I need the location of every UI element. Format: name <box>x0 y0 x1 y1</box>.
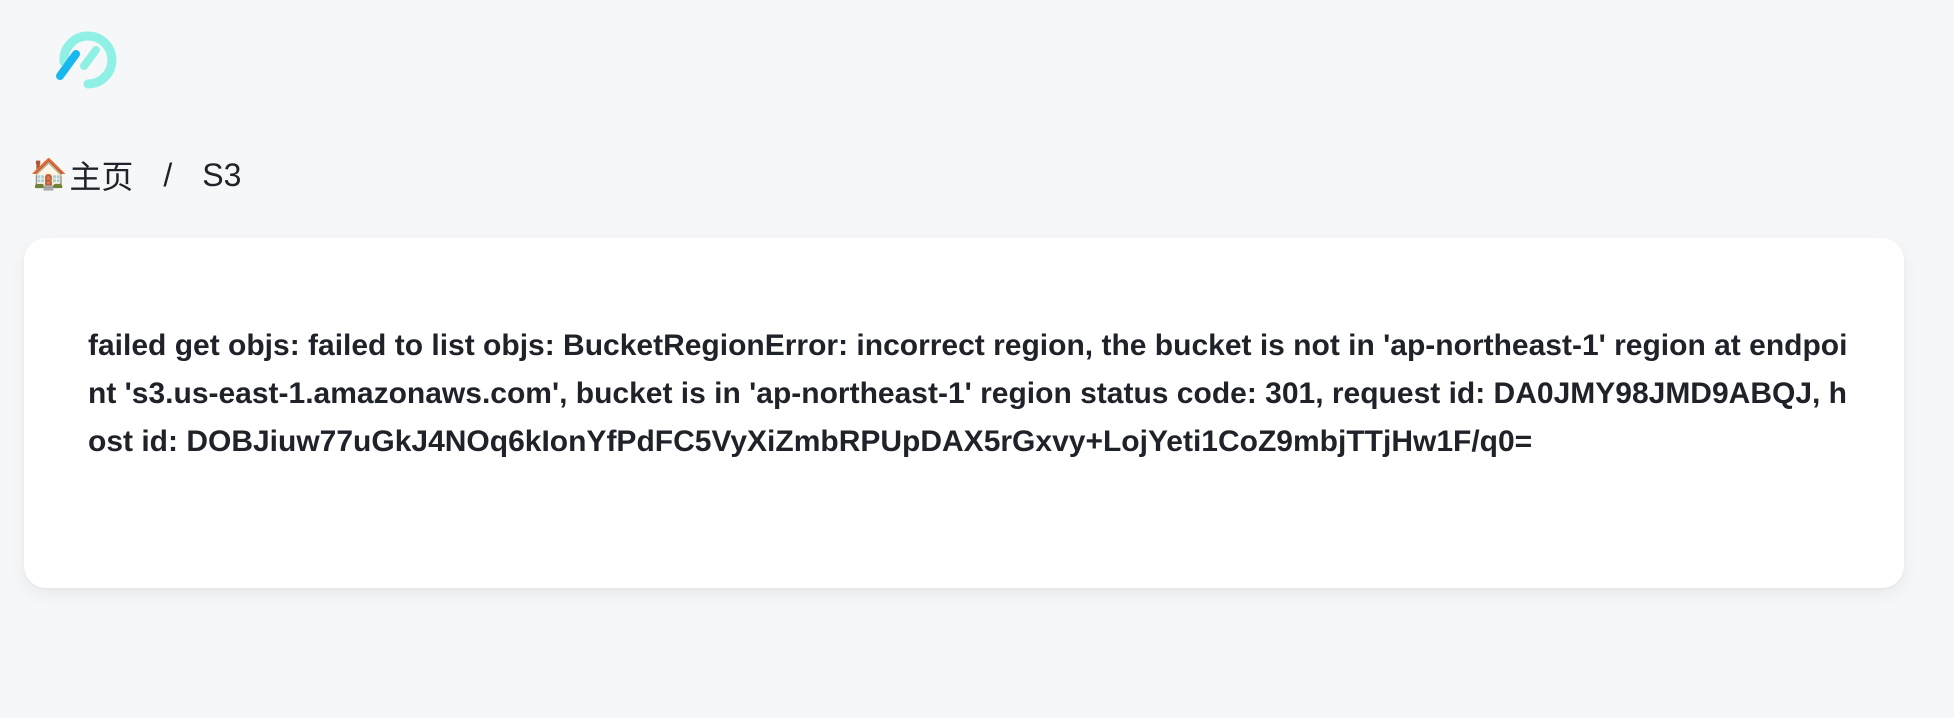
page: 🏠 主页 / S3 failed get objs: failed to lis… <box>0 0 1954 718</box>
app-logo-svg <box>56 31 117 89</box>
error-card: failed get objs: failed to list objs: Bu… <box>24 238 1904 588</box>
breadcrumb-item-s3[interactable]: S3 <box>202 157 241 194</box>
breadcrumb-separator: / <box>163 156 173 193</box>
breadcrumb: 🏠 主页 / S3 <box>30 153 241 197</box>
error-message: failed get objs: failed to list objs: Bu… <box>88 329 1848 458</box>
app-logo-icon[interactable] <box>48 22 120 94</box>
breadcrumb-item-home[interactable]: 🏠 主页 <box>30 152 133 198</box>
home-icon: 🏠 <box>30 158 68 191</box>
breadcrumb-s3-label: S3 <box>202 156 242 193</box>
breadcrumb-home-label: 主页 <box>69 159 134 195</box>
